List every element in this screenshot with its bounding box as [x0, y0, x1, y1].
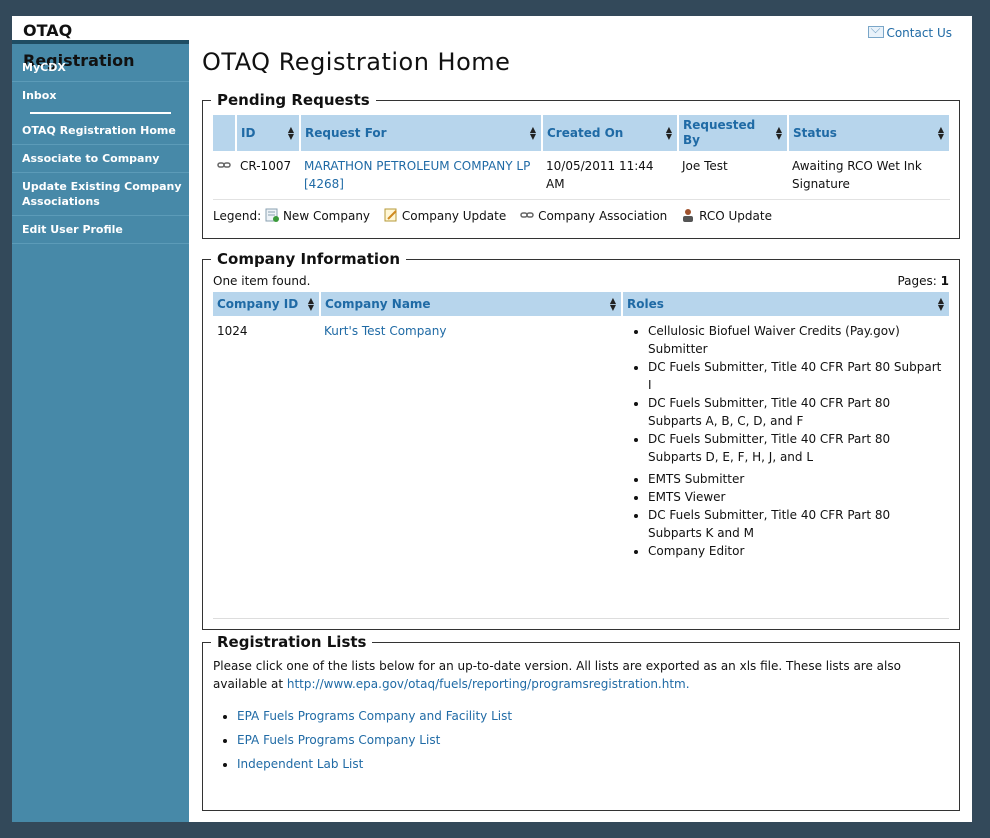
sidebar-item-otaq-home[interactable]: OTAQ Registration Home: [12, 117, 189, 145]
legend-new-company: New Company: [282, 209, 371, 223]
sidebar-item-associate[interactable]: Associate to Company: [12, 145, 189, 173]
legend-label: Legend:: [213, 209, 262, 223]
pending-requests-section: Pending Requests ID ▲ ▼ Request For ▲ ▼ Crea…: [202, 91, 960, 239]
new-company-icon: [265, 208, 279, 222]
company-update-icon: [384, 208, 397, 222]
legend-company-association: Company Association: [538, 209, 668, 223]
sort-icon: ▲ ▼: [529, 125, 536, 141]
sidebar-item-inbox[interactable]: Inbox: [12, 82, 189, 109]
legend-company-update: Company Update: [401, 209, 507, 223]
sort-icon: ▲ ▼: [937, 296, 944, 312]
registration-list: EPA Fuels Programs Company and Facility …: [203, 709, 959, 771]
row-type-icon-cell: [213, 151, 236, 200]
col-roles-header[interactable]: Roles ▲ ▼: [622, 292, 951, 316]
sidebar-item-update-associations[interactable]: Update Existing Company Associations: [12, 173, 189, 216]
pending-requests-legend: Pending Requests: [217, 91, 370, 109]
role-item: Cellulosic Biofuel Waiver Credits (Pay.g…: [648, 322, 946, 358]
company-information-section: Company Information One item found. Page…: [202, 250, 960, 630]
col-company-name-header[interactable]: Company Name ▲ ▼: [320, 292, 623, 316]
sidebar-divider: [30, 112, 171, 114]
requested-by: Joe Test: [682, 159, 728, 173]
request-status: Awaiting RCO Wet Ink Signature: [792, 159, 922, 191]
legend-rco-update: RCO Update: [699, 209, 772, 223]
sort-icon: ▲ ▼: [775, 125, 782, 141]
role-item: DC Fuels Submitter, Title 40 CFR Part 80…: [648, 394, 946, 430]
company-association-icon: [520, 212, 534, 218]
table-bottom-divider: [213, 618, 949, 619]
sidebar-item-edit-profile[interactable]: Edit User Profile: [12, 216, 189, 244]
mail-icon: [868, 26, 885, 38]
list-item[interactable]: EPA Fuels Programs Company List: [237, 733, 959, 747]
col-id-header[interactable]: ID ▲ ▼: [236, 115, 301, 151]
programs-registration-link[interactable]: http://www.epa.gov/otaq/fuels/reporting/…: [287, 677, 690, 691]
company-table: Company ID ▲ ▼ Company Name ▲ ▼ Roles ▲ ▼ 1024…: [213, 292, 951, 566]
col-created-on-header[interactable]: Created On ▲ ▼: [542, 115, 679, 151]
sort-icon: ▲ ▼: [307, 296, 314, 312]
request-id: CR-1007: [240, 159, 292, 173]
list-item[interactable]: EPA Fuels Programs Company and Facility …: [237, 709, 959, 723]
company-name-link[interactable]: Kurt's Test Company: [320, 316, 622, 566]
registration-lists-section: Registration Lists Please click one of t…: [202, 633, 960, 811]
col-status-header[interactable]: Status ▲ ▼: [788, 115, 951, 151]
created-on: 10/05/2011 11:44 AM: [546, 159, 654, 191]
company-table-info: One item found. Pages: 1: [213, 274, 949, 292]
app-title: OTAQ Registration: [12, 16, 189, 70]
role-item: EMTS Submitter: [648, 470, 946, 488]
role-item: DC Fuels Submitter, Title 40 CFR Part 80…: [648, 506, 946, 542]
pager: Pages: 1: [897, 274, 949, 288]
sidebar: OTAQ Registration MyCDX Inbox OTAQ Regis…: [12, 16, 189, 822]
role-item: DC Fuels Submitter, Title 40 CFR Part 80…: [648, 430, 946, 466]
items-found: One item found.: [213, 274, 311, 288]
role-item: Company Editor: [648, 542, 946, 560]
role-item: DC Fuels Submitter, Title 40 CFR Part 80…: [648, 358, 946, 394]
company-roles: Cellulosic Biofuel Waiver Credits (Pay.g…: [622, 316, 950, 566]
legend-row: Legend: New Company Company Update Compa…: [213, 208, 959, 223]
company-id: 1024: [217, 324, 248, 338]
col-request-for-header[interactable]: Request For ▲ ▼: [300, 115, 543, 151]
sort-icon: ▲ ▼: [937, 125, 944, 141]
list-item[interactable]: Independent Lab List: [237, 757, 959, 771]
table-row: 1024 Kurt's Test Company Cellulosic Biof…: [213, 316, 950, 566]
sidebar-nav: MyCDX Inbox OTAQ Registration Home Assoc…: [12, 54, 189, 244]
request-for-link[interactable]: MARATHON PETROLEUM COMPANY LP [4268]: [300, 151, 542, 200]
sidebar-item-mycdx[interactable]: MyCDX: [12, 54, 189, 82]
sort-icon: ▲ ▼: [287, 125, 294, 141]
app-frame: OTAQ Registration MyCDX Inbox OTAQ Regis…: [12, 16, 972, 822]
col-icon: [213, 115, 237, 151]
page-number[interactable]: 1: [941, 274, 949, 288]
page-title: OTAQ Registration Home: [202, 48, 511, 76]
registration-lists-legend: Registration Lists: [217, 633, 367, 651]
contact-us-label: Contact Us: [886, 26, 952, 40]
sort-icon: ▲ ▼: [665, 125, 672, 141]
sort-icon: ▲ ▼: [609, 296, 616, 312]
roles-list: Cellulosic Biofuel Waiver Credits (Pay.g…: [626, 322, 946, 560]
rco-update-icon: [683, 209, 694, 222]
table-row: CR-1007 MARATHON PETROLEUM COMPANY LP [4…: [213, 151, 950, 200]
col-company-id-header[interactable]: Company ID ▲ ▼: [213, 292, 321, 316]
pending-requests-table: ID ▲ ▼ Request For ▲ ▼ Created On ▲ ▼ Requeste…: [213, 115, 951, 200]
lists-intro: Please click one of the lists below for …: [213, 657, 949, 693]
col-requested-by-header[interactable]: Requested By ▲ ▼: [678, 115, 789, 151]
contact-us-link[interactable]: Contact Us: [868, 26, 952, 40]
company-association-icon: [217, 162, 231, 168]
company-information-legend: Company Information: [217, 250, 401, 268]
role-item: EMTS Viewer: [648, 488, 946, 506]
